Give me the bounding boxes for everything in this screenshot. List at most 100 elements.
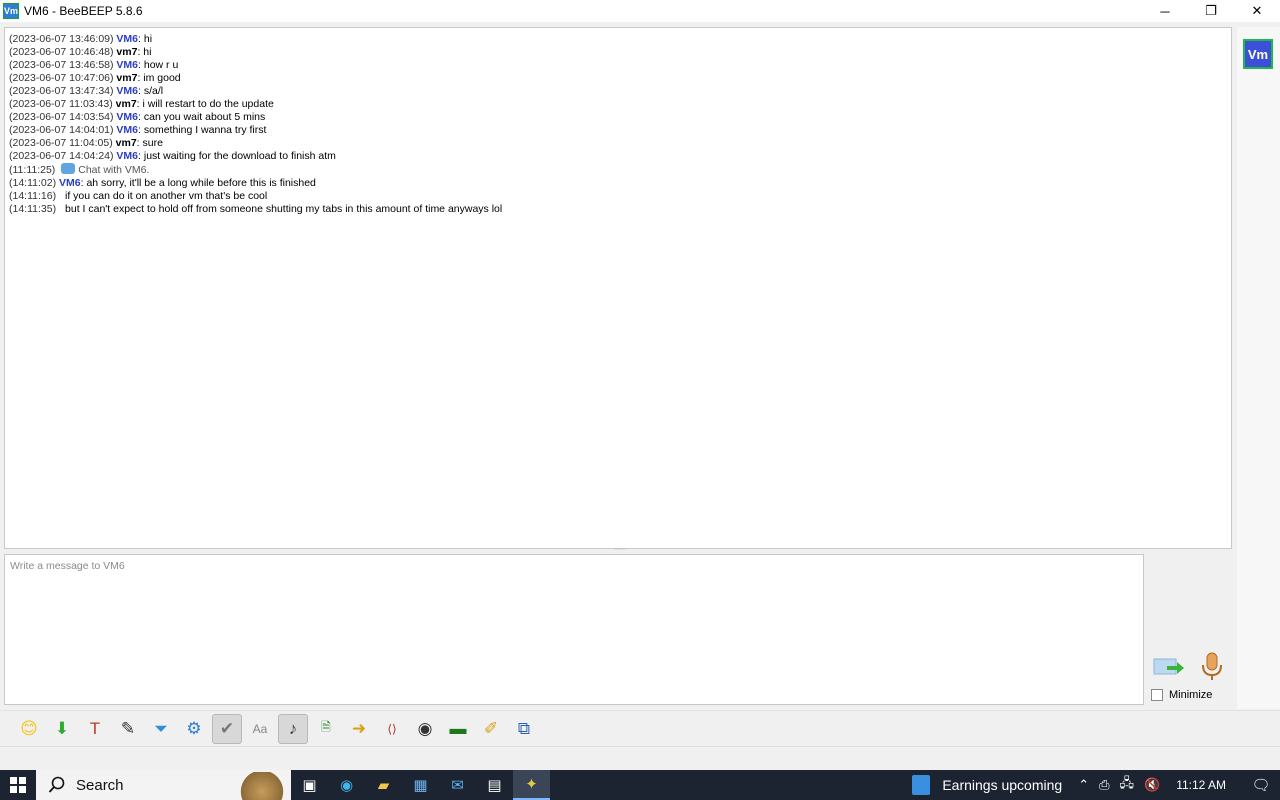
chat-message: (14:11:16) if you can do it on another v… <box>9 190 1227 203</box>
chat-toolbar: 😊 ⬇ T ✎ ⏷ ⚙ ✔ Aa ♪ 🗎 ➜ ⟨⟩ ◉ ▬ ✐ ⧉ <box>0 710 1280 746</box>
settings-icon[interactable]: ⚙ <box>179 714 209 744</box>
message-timestamp: (2023-06-07 14:04:24) <box>9 150 114 162</box>
app-icon: Vm <box>3 3 19 19</box>
message-text: something I wanna try first <box>143 124 267 136</box>
message-text: s/a/l <box>143 85 164 97</box>
html-icon[interactable]: ⟨⟩ <box>377 714 407 744</box>
volume-muted-icon[interactable]: 🔇 <box>1144 777 1160 793</box>
mail-icon[interactable]: ✉ <box>439 770 476 800</box>
screenshot-icon[interactable]: ◉ <box>410 714 440 744</box>
message-text: how r u <box>143 59 179 71</box>
chat-message: (2023-06-07 13:46:09) VM6: hi <box>9 33 153 45</box>
message-sender: VM6 <box>116 59 139 71</box>
chat-history[interactable]: (2023-06-07 13:46:09) VM6: hi (2023-06-07… <box>4 27 1232 549</box>
download-icon[interactable]: ⬇ <box>47 714 77 744</box>
restore-button[interactable]: ❐ <box>1188 0 1234 22</box>
clock[interactable]: 11:12 AM <box>1176 778 1226 792</box>
message-text: im good <box>143 72 181 84</box>
show-hidden-icons-icon[interactable]: ⌃ <box>1078 777 1089 793</box>
start-button[interactable] <box>0 770 36 800</box>
message-timestamp: (2023-06-07 14:04:01) <box>9 124 114 136</box>
message-sender: vm7 <box>115 98 137 110</box>
message-sender: VM6 <box>116 33 139 45</box>
minimize-label: Minimize <box>1169 689 1213 701</box>
minimize-checkbox[interactable] <box>1151 689 1163 701</box>
chat-message: (2023-06-07 11:03:43) vm7: i will restar… <box>9 98 274 110</box>
message-timestamp: (2023-06-07 13:46:09) <box>9 33 114 45</box>
message-sender: vm7 <box>116 72 138 84</box>
send-message-button[interactable] <box>1153 654 1185 680</box>
detach-window-icon[interactable]: ⧉ <box>509 714 539 744</box>
search-icon <box>48 776 65 793</box>
chat-message: (2023-06-07 14:04:24) VM6: just waiting … <box>9 150 336 162</box>
message-text: sure <box>142 137 163 149</box>
app-window-icon[interactable]: ▤ <box>476 770 513 800</box>
meet-now-icon[interactable]: ⎙ <box>1099 777 1109 793</box>
system-message: (11:11:25) Chat with VM6. <box>9 163 1227 177</box>
message-text: i will restart to do the update <box>142 98 274 110</box>
chat-message: (14:11:35) but I can't expect to hold of… <box>9 203 1227 216</box>
message-text: but I can't expect to hold off from some… <box>65 203 503 215</box>
status-bar <box>0 746 1280 770</box>
message-sender: VM6 <box>59 177 81 189</box>
message-input[interactable] <box>10 560 1138 699</box>
message-sender: VM6 <box>116 150 139 162</box>
notification-icon[interactable]: 🗨 <box>1246 776 1276 794</box>
close-button[interactable]: ✕ <box>1234 0 1280 22</box>
message-timestamp: (2023-06-07 13:47:34) <box>9 85 114 97</box>
chat-message: (2023-06-07 13:47:34) VM6: s/a/l <box>9 85 164 97</box>
message-timestamp: (2023-06-07 10:46:48) <box>9 46 114 58</box>
window-title: VM6 - BeeBEEP 5.8.6 <box>24 4 143 18</box>
sound-icon[interactable]: ♪ <box>278 713 308 744</box>
message-timestamp: (14:11:16) <box>9 190 57 202</box>
message-text: hi <box>143 33 153 45</box>
minimize-option[interactable]: Minimize <box>1151 689 1212 701</box>
font-icon[interactable]: T <box>80 714 110 744</box>
filter-icon[interactable]: ⏷ <box>146 714 176 744</box>
user-avatar[interactable]: Vm <box>1243 39 1273 69</box>
terminal-icon[interactable]: ▬ <box>443 714 473 744</box>
message-timestamp: (14:11:35) <box>9 203 57 215</box>
word-complete-icon[interactable]: Aa <box>245 714 275 744</box>
message-input-container <box>4 554 1144 705</box>
message-text: hi <box>143 46 152 58</box>
chat-message: (14:11:02) VM6: ah sorry, it'll be a lon… <box>9 177 316 189</box>
color-pen-icon[interactable]: ✎ <box>113 714 143 744</box>
chat-message: (2023-06-07 14:04:01) VM6: something I w… <box>9 124 267 136</box>
message-timestamp: (2023-06-07 11:04:05) <box>9 137 113 149</box>
system-text: Chat with VM6. <box>78 164 150 176</box>
emoticon-icon[interactable]: 😊 <box>14 714 44 744</box>
search-label: Search <box>76 776 124 794</box>
message-timestamp: (2023-06-07 11:03:43) <box>9 98 113 110</box>
edge-browser-icon[interactable]: ◉ <box>328 770 365 800</box>
message-text: ah sorry, it'll be a long while before t… <box>86 177 316 189</box>
file-explorer-icon[interactable]: ▰ <box>365 770 402 800</box>
message-timestamp: (2023-06-07 10:47:06) <box>9 72 114 84</box>
chat-message: (2023-06-07 10:47:06) vm7: im good <box>9 72 181 84</box>
window-controls: ─ ❐ ✕ <box>1142 0 1280 22</box>
task-view-icon[interactable]: ▣ <box>291 770 328 800</box>
send-file-icon[interactable]: ➜ <box>344 714 374 744</box>
news-widget[interactable]: Earnings upcoming <box>912 775 1062 795</box>
beebeep-taskbar-icon[interactable]: ✦ <box>513 770 550 800</box>
note-icon[interactable]: ✐ <box>476 714 506 744</box>
news-icon <box>912 775 931 795</box>
store-icon[interactable]: ▦ <box>402 770 439 800</box>
splitter-handle[interactable]: ⋯⋯ <box>610 547 630 553</box>
voice-message-button[interactable] <box>1200 652 1224 682</box>
taskbar-search[interactable]: Search <box>36 770 291 800</box>
message-text: if you can do it on another vm that's be… <box>65 190 268 202</box>
network-icon[interactable]: 🖧 <box>1120 774 1135 796</box>
microphone-icon <box>1202 652 1222 680</box>
spellcheck-icon[interactable]: ✔ <box>212 713 242 744</box>
save-chat-icon[interactable]: 🗎 <box>311 714 341 744</box>
message-sender: VM6 <box>116 85 139 97</box>
news-label: Earnings upcoming <box>942 777 1063 793</box>
right-sidebar: Vm <box>1237 27 1280 709</box>
chat-message: (2023-06-07 10:46:48) vm7: hi <box>9 46 152 58</box>
minimize-button[interactable]: ─ <box>1142 0 1188 22</box>
search-highlight-image <box>233 772 291 800</box>
message-text: just waiting for the download to finish … <box>143 150 336 162</box>
system-tray: Earnings upcoming ⌃ ⎙ 🖧 🔇 11:12 AM 🗨 <box>912 770 1280 800</box>
windows-taskbar: Search ▣ ◉ ▰ ▦ ✉ ▤ ✦ Earnings upcoming ⌃… <box>0 770 1280 800</box>
